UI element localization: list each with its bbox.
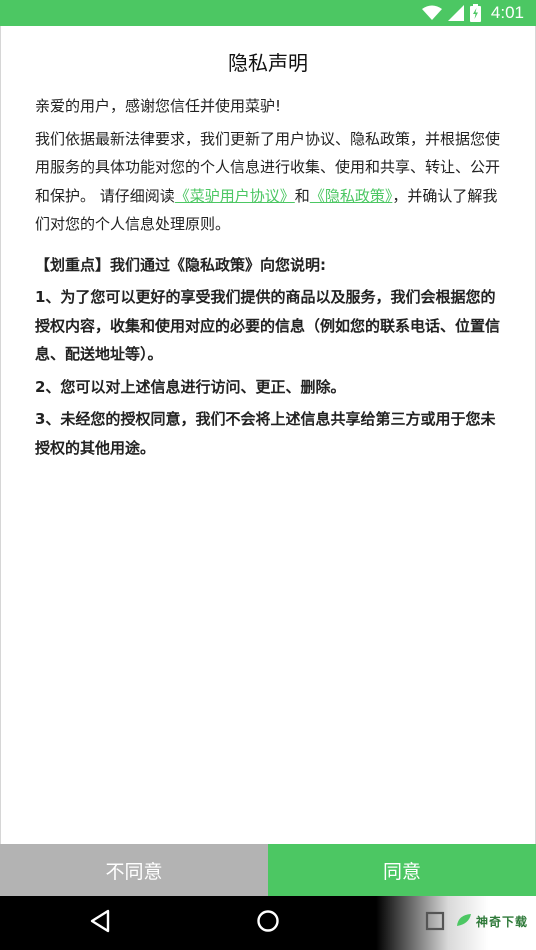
agree-button[interactable]: 同意 [268,844,536,896]
home-button[interactable] [233,896,303,950]
dialog-title: 隐私声明 [228,51,308,75]
wifi-icon [421,5,442,21]
dialog-buttons: 不同意 同意 [0,844,536,896]
greeting-text: 亲爱的用户，感谢您信任并使用菜驴! [35,97,282,115]
highlight-heading: 【划重点】我们通过《隐私政策》向您说明: [35,255,327,274]
point-item: 2、您可以对上述信息进行访问、更正、删除。 [35,377,346,396]
watermark-text: 神奇下载 [475,915,528,929]
back-button[interactable] [65,896,135,950]
intro-paragraph: 我们依据最新法律要求，我们更新了用户协议、隐私政策，并根据您使用服务的具体功能对… [35,125,501,239]
privacy-dialog: 隐私声明 亲爱的用户，感谢您信任并使用菜驴! 我们依据最新法律要求，我们更新了用… [0,26,536,844]
clock: 4:01 [490,3,524,22]
status-bar: 4:01 [0,0,536,26]
battery-charging-icon [469,4,481,22]
cellular-signal-icon [447,5,464,21]
point-item: 3、未经您的授权同意，我们不会将上述信息共享给第三方或用于您未授权的其他用途。 [35,410,496,457]
back-icon [89,909,111,937]
privacy-policy-link[interactable]: 《隐私政策》 [310,187,393,205]
user-agreement-link[interactable]: 《菜驴用户协议》 [175,187,295,205]
recent-apps-icon [425,911,445,935]
point-item: 1、为了您可以更好的享受我们提供的商品以及服务，我们会根据您的授权内容，收集和使… [35,288,501,363]
intro-and-text: 和 [294,186,310,205]
disagree-button[interactable]: 不同意 [0,844,268,896]
home-icon [256,909,280,937]
recent-apps-button[interactable] [400,896,470,950]
screen: 4:01 隐私声明 亲爱的用户，感谢您信任并使用菜驴! 我们依据最新法律要求，我… [0,0,536,950]
navigation-bar: 神奇下载 [0,896,536,950]
